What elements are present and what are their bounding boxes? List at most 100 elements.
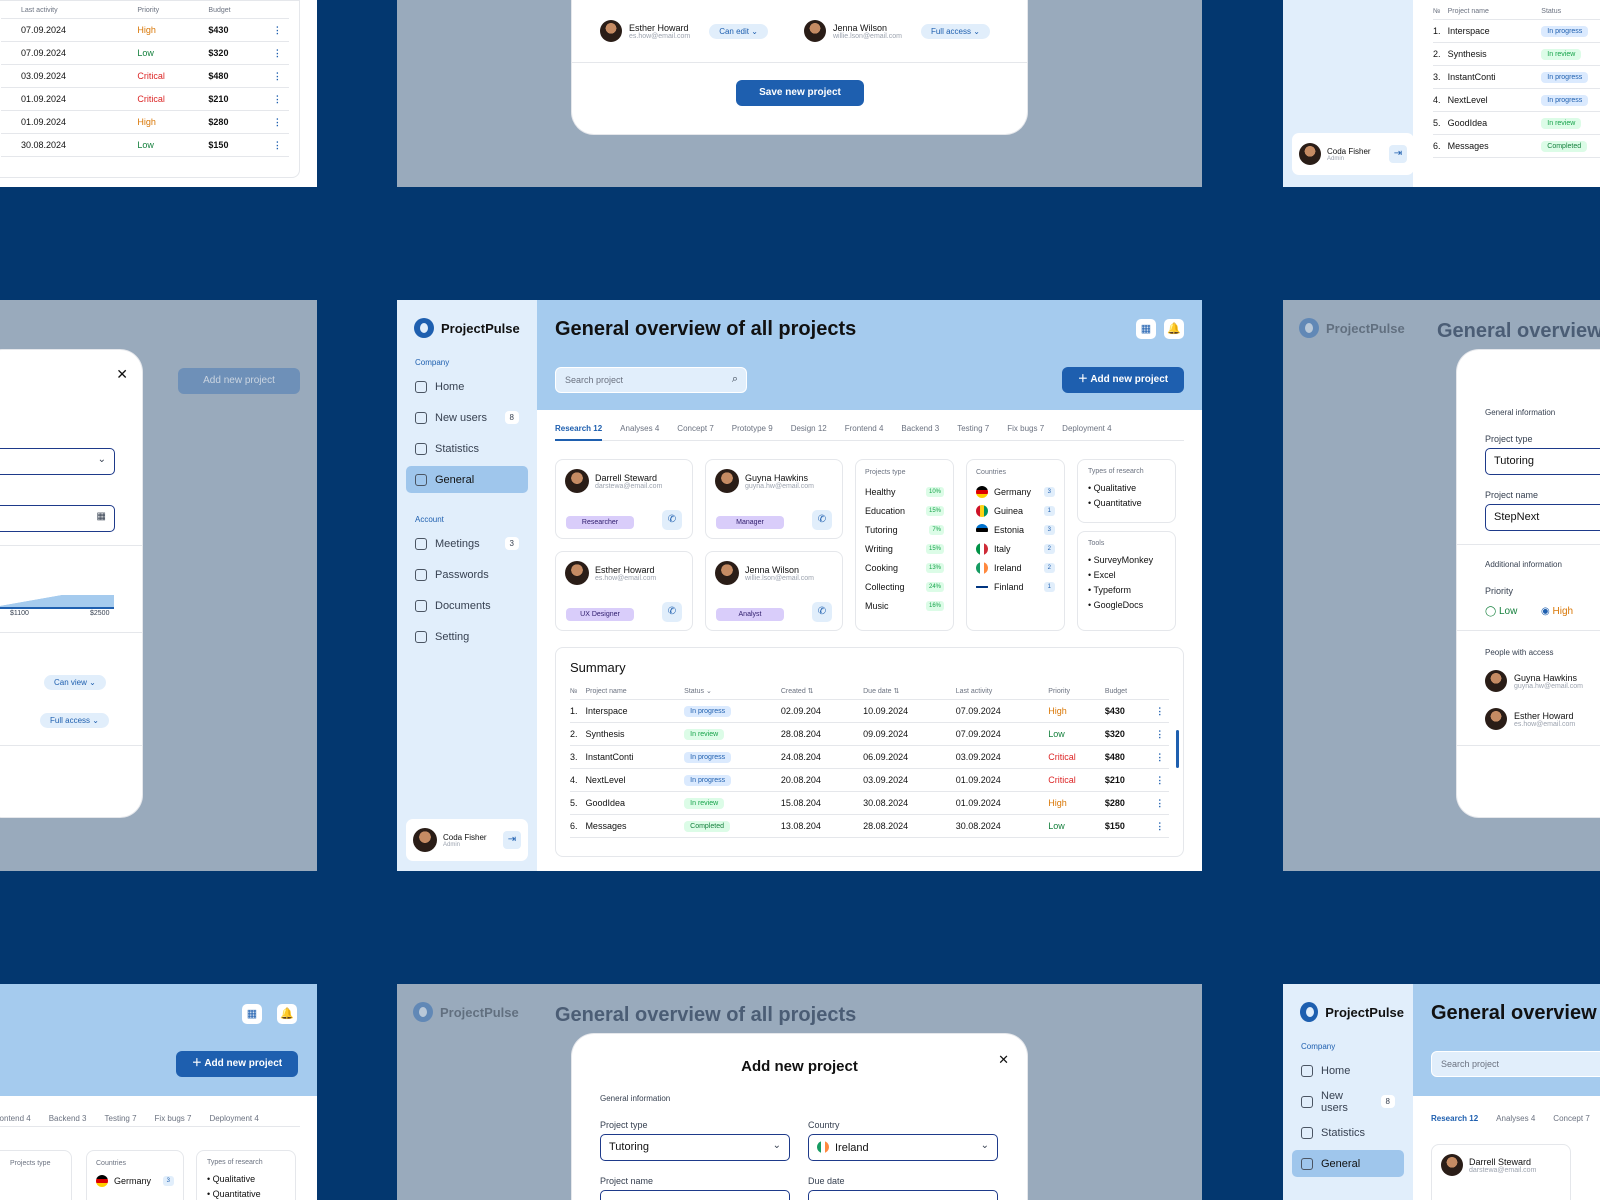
preview-tile-top-right: Coda Fisher Admin ⇥ № Project name Status 1… [1283,0,1600,187]
sidebar-item-statistics[interactable]: Statistics [406,435,528,462]
table-row[interactable]: 07.09.2024 Low $320 ⋮ [1,41,289,65]
tab-concept-7[interactable]: Concept 7 [677,424,713,433]
priority-high-radio[interactable]: ◉ High [1541,606,1573,617]
table-row[interactable]: 03.09.2024 Critical $480 ⋮ [1,64,289,88]
user-profile[interactable]: Coda Fisher Admin ⇥ [406,819,528,861]
permission-dropdown[interactable]: Can view ⌄ [44,675,106,690]
budget-value: $150 [1104,814,1151,838]
logout-icon[interactable]: ⇥ [503,831,521,849]
tab-testing-7[interactable]: Testing 7 [957,424,989,433]
add-project-button[interactable]: ＋ Add new project [1062,367,1184,393]
tab-deployment-4[interactable]: Deployment 4 [1062,424,1111,433]
table-row[interactable]: 6. Messages Completed [1433,134,1600,158]
phone-icon[interactable]: ✆ [812,510,832,530]
more-options-icon[interactable]: ⋮ [1150,768,1169,792]
user-name: Coda Fisher [443,832,487,842]
preview-tile-bottom-right: ProjectPulse Company Home New users 8 Sta… [1283,984,1600,1200]
table-row[interactable]: 3. InstantConti In progress 24.08.204 06.09.… [570,745,1169,769]
column-header[interactable]: Due date ⇅ [863,687,956,700]
permission-dropdown[interactable]: Full access ⌄ [40,713,109,728]
table-row[interactable]: 4. NextLevel In progress [1433,88,1600,112]
dropdown[interactable]: ⌄ [0,448,115,475]
header: General overview of all projects ▦ 🔔 Sea… [537,300,1202,410]
brand[interactable]: ProjectPulse [414,318,528,338]
due-date-input[interactable] [808,1190,998,1200]
search-input[interactable]: Search project ⌕ [555,367,747,393]
more-options-icon[interactable]: ⋮ [265,41,289,65]
table-row[interactable]: 6. Messages Completed 13.08.204 28.08.2024 30… [570,814,1169,838]
more-options-icon[interactable]: ⋮ [265,110,289,134]
tab-research-12[interactable]: Research 12 [555,424,603,441]
search-input[interactable]: Search project [1431,1051,1600,1077]
sidebar-item-documents[interactable]: Documents [406,592,528,619]
bell-icon[interactable]: 🔔 [277,1004,297,1024]
table-row[interactable]: 30.08.2024 Low $150 ⋮ [1,133,289,157]
table-row[interactable]: 1. Interspace In progress 02.09.204 10.09.20… [570,699,1169,723]
add-project-button[interactable]: ＋ Add new project [176,1051,298,1077]
tab-fix-bugs-7[interactable]: Fix bugs 7 [1007,424,1044,433]
tab-frontend-4[interactable]: Frontend 4 [845,424,884,433]
date-field[interactable]: ▦ [0,505,115,532]
close-icon[interactable]: ✕ [116,366,128,383]
more-options-icon[interactable]: ⋮ [265,133,289,157]
sidebar-item-general[interactable]: General [1292,1150,1404,1177]
preview-tile-middle-right: ProjectPulse General overview of all pro… [1283,300,1600,871]
more-options-icon[interactable]: ⋮ [1150,791,1169,815]
more-options-icon[interactable]: ⋮ [1150,722,1169,746]
priority-low-radio[interactable]: ◯ Low [1485,606,1517,617]
sidebar-item-statistics[interactable]: Statistics [1292,1119,1404,1146]
scrollbar[interactable] [1176,730,1179,768]
phone-icon[interactable]: ✆ [662,602,682,622]
logout-icon[interactable]: ⇥ [1389,145,1407,163]
country-select[interactable]: Ireland ⌄ [808,1134,998,1161]
sidebar-item-general[interactable]: General [406,466,528,493]
table-row[interactable]: 01.09.2024 High $280 ⋮ [1,110,289,134]
table-row[interactable]: 2. Synthesis In review [1433,42,1600,66]
sidebar-item-new-users[interactable]: New users 8 [406,404,528,431]
summary-table: № Project name Status ⌄ Created ⇅ Due date ⇅… [570,687,1169,838]
project-name-input[interactable] [600,1190,790,1200]
phone-icon[interactable]: ✆ [812,602,832,622]
column-header[interactable]: Created ⇅ [780,687,864,700]
sidebar-item-setting[interactable]: Setting [406,623,528,650]
sidebar-item-passwords[interactable]: Passwords [406,561,528,588]
calendar-icon[interactable]: ▦ [242,1004,262,1024]
budget-range-slider[interactable] [0,595,114,609]
table-row[interactable]: 1. Interspace In progress [1433,19,1600,43]
save-project-button[interactable]: Save new project [736,80,864,106]
more-options-icon[interactable]: ⋮ [265,87,289,111]
tab-analyses-4[interactable]: Analyses 4 [620,424,659,433]
more-options-icon[interactable]: ⋮ [1150,699,1169,723]
table-row[interactable]: 5. GoodIdea In review 15.08.204 30.08.2024 01… [570,791,1169,815]
project-type-select[interactable]: Tutoring ⌄ [600,1134,790,1161]
more-options-icon[interactable]: ⋮ [265,64,289,88]
tab-prototype-9[interactable]: Prototype 9 [732,424,773,433]
sidebar-item-label: Home [435,380,465,393]
sidebar-item-new-users[interactable]: New users 8 [1292,1088,1404,1115]
more-options-icon[interactable]: ⋮ [1150,814,1169,838]
permission-dropdown[interactable]: Can edit ⌄ [709,23,768,39]
sidebar-item-meetings[interactable]: Meetings 3 [406,530,528,557]
table-row[interactable]: 5. GoodIdea In review [1433,111,1600,135]
more-options-icon[interactable]: ⋮ [265,18,289,42]
tab-backend-3[interactable]: Backend 3 [901,424,939,433]
person-email: es.how@email.com [595,574,657,582]
calendar-icon[interactable]: ▦ [1136,319,1156,339]
table-row[interactable]: 07.09.2024 High $430 ⋮ [1,18,289,42]
bell-icon[interactable]: 🔔 [1164,319,1184,339]
table-row[interactable]: 3. InstantConti In progress [1433,65,1600,89]
table-row[interactable]: 4. NextLevel In progress 20.08.204 03.09.202… [570,768,1169,792]
project-name-input[interactable]: StepNext [1485,504,1600,531]
column-header[interactable]: Status ⌄ [684,687,781,700]
project-type-select[interactable]: Tutoring [1485,448,1600,475]
tab-design-12[interactable]: Design 12 [791,424,827,433]
more-options-icon[interactable]: ⋮ [1150,745,1169,769]
priority-label: Critical [1048,768,1105,792]
sidebar-item-home[interactable]: Home [1292,1057,1404,1084]
sidebar-item-home[interactable]: Home [406,373,528,400]
close-icon[interactable]: ✕ [998,1052,1009,1068]
permission-dropdown[interactable]: Full access ⌄ [920,23,990,39]
table-row[interactable]: 2. Synthesis In review 28.08.204 09.09.2024 0… [570,722,1169,746]
table-row[interactable]: 01.09.2024 Critical $210 ⋮ [1,87,289,111]
phone-icon[interactable]: ✆ [662,510,682,530]
